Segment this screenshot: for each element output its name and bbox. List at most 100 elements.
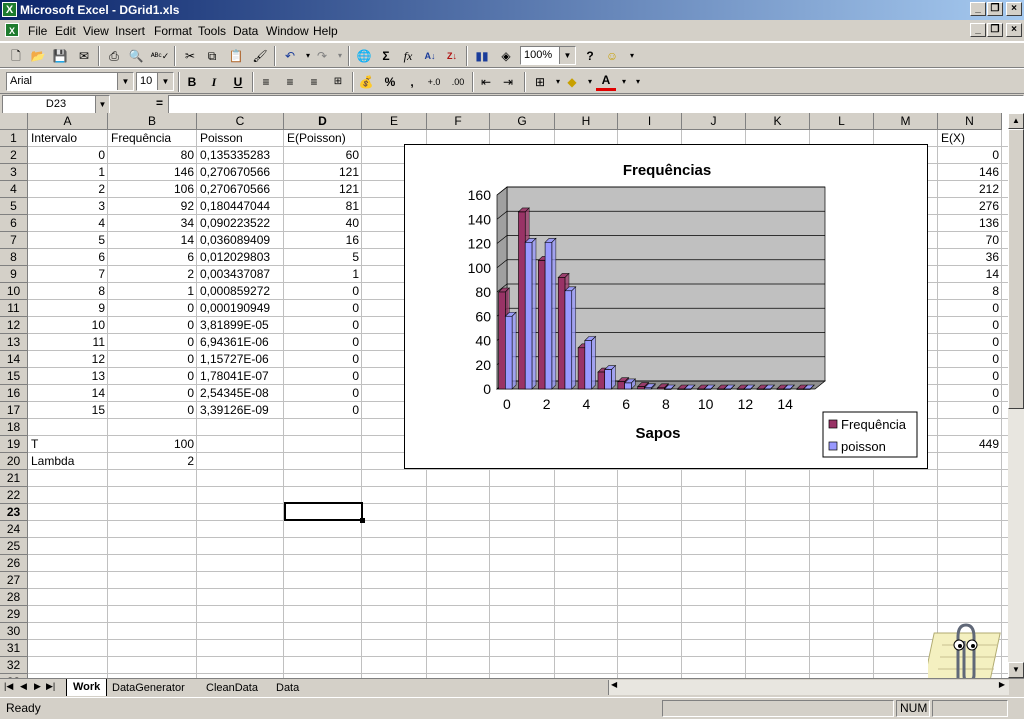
font-size-select[interactable]: 10 ▼ <box>136 72 174 91</box>
bold-icon[interactable]: B <box>182 72 202 92</box>
cell-n5[interactable]: 276 <box>938 198 1002 215</box>
redo-icon[interactable]: ↷ <box>312 46 332 66</box>
cell-d7[interactable]: 16 <box>284 232 362 249</box>
cell-a12[interactable]: 10 <box>28 317 108 334</box>
column-header-c[interactable]: C <box>197 113 284 130</box>
menu-window[interactable]: Window <box>266 24 309 38</box>
fill-handle[interactable] <box>360 518 365 523</box>
row-header-5[interactable]: 5 <box>0 198 28 215</box>
cell-b5[interactable]: 92 <box>108 198 197 215</box>
underline-icon[interactable]: U <box>228 72 248 92</box>
menu-help[interactable]: Help <box>313 24 338 38</box>
cell-d13[interactable]: 0 <box>284 334 362 351</box>
cut-icon[interactable]: ✂ <box>180 46 200 66</box>
last-sheet-icon[interactable]: ▶| <box>46 681 55 692</box>
chevron-down-icon[interactable]: ▼ <box>559 47 575 64</box>
equals-sign[interactable]: = <box>156 96 163 110</box>
cell-a2[interactable]: 0 <box>28 147 108 164</box>
row-header-19[interactable]: 19 <box>0 436 28 453</box>
cell-a6[interactable]: 4 <box>28 215 108 232</box>
row-header-18[interactable]: 18 <box>0 419 28 436</box>
cell-b12[interactable]: 0 <box>108 317 197 334</box>
cell-b9[interactable]: 2 <box>108 266 197 283</box>
cell-a14[interactable]: 12 <box>28 351 108 368</box>
cell-c16[interactable]: 2,54345E-08 <box>197 385 284 402</box>
workbook-icon[interactable]: X <box>5 23 19 37</box>
italic-icon[interactable]: I <box>204 72 224 92</box>
office-assistant-icon[interactable]: ☺ <box>602 46 622 66</box>
cell-c14[interactable]: 1,15727E-06 <box>197 351 284 368</box>
row-header-7[interactable]: 7 <box>0 232 28 249</box>
cell-n12[interactable]: 0 <box>938 317 1002 334</box>
print-preview-icon[interactable]: 🔍 <box>126 46 146 66</box>
cell-c3[interactable]: 0,270670566 <box>197 164 284 181</box>
cell-b14[interactable]: 0 <box>108 351 197 368</box>
row-header-4[interactable]: 4 <box>0 181 28 198</box>
scroll-thumb[interactable] <box>1008 129 1024 409</box>
cell-a1[interactable]: Intervalo <box>28 130 108 147</box>
tab-datagenerator[interactable]: DataGenerator <box>112 680 185 696</box>
font-color-icon[interactable]: A <box>596 72 616 91</box>
email-icon[interactable]: ✉ <box>74 46 94 66</box>
cell-c8[interactable]: 0,012029803 <box>197 249 284 266</box>
cell-a8[interactable]: 6 <box>28 249 108 266</box>
row-header-26[interactable]: 26 <box>0 555 28 572</box>
row-header-6[interactable]: 6 <box>0 215 28 232</box>
cell-d16[interactable]: 0 <box>284 385 362 402</box>
tab-work[interactable]: Work <box>66 679 108 696</box>
redo-dropdown-icon[interactable]: ▾ <box>330 46 350 66</box>
cell-b16[interactable]: 0 <box>108 385 197 402</box>
cell-d2[interactable]: 60 <box>284 147 362 164</box>
cell-d10[interactable]: 0 <box>284 283 362 300</box>
cell-n6[interactable]: 136 <box>938 215 1002 232</box>
cell-c2[interactable]: 0,135335283 <box>197 147 284 164</box>
menu-insert[interactable]: Insert <box>115 24 145 38</box>
cell-c10[interactable]: 0,000859272 <box>197 283 284 300</box>
column-header-h[interactable]: H <box>555 113 618 130</box>
cell-d5[interactable]: 81 <box>284 198 362 215</box>
paste-icon[interactable]: 📋 <box>226 46 246 66</box>
row-header-24[interactable]: 24 <box>0 521 28 538</box>
scroll-right-icon[interactable]: ▶ <box>999 680 1005 689</box>
currency-icon[interactable]: 💰 <box>356 72 376 92</box>
decrease-decimal-icon[interactable]: .00 <box>448 72 468 92</box>
cell-a10[interactable]: 8 <box>28 283 108 300</box>
cell-a17[interactable]: 15 <box>28 402 108 419</box>
row-header-31[interactable]: 31 <box>0 640 28 657</box>
cell-d11[interactable]: 0 <box>284 300 362 317</box>
align-center-icon[interactable]: ≡ <box>280 72 300 92</box>
cell-b19[interactable]: 100 <box>108 436 197 453</box>
drawing-icon[interactable]: ◈ <box>496 46 516 66</box>
save-icon[interactable]: 💾 <box>50 46 70 66</box>
select-all-corner[interactable] <box>0 113 28 130</box>
toolbar-options-icon[interactable]: ▾ <box>628 72 648 92</box>
excel-app-icon[interactable]: X <box>2 2 17 17</box>
cell-n11[interactable]: 0 <box>938 300 1002 317</box>
cell-n7[interactable]: 70 <box>938 232 1002 249</box>
tab-cleandata[interactable]: CleanData <box>206 680 258 696</box>
cell-a4[interactable]: 2 <box>28 181 108 198</box>
fill-color-icon[interactable]: ◆ <box>562 72 582 92</box>
row-header-15[interactable]: 15 <box>0 368 28 385</box>
undo-icon[interactable]: ↶ <box>280 46 300 66</box>
cell-b6[interactable]: 34 <box>108 215 197 232</box>
increase-indent-icon[interactable]: ⇥ <box>498 72 518 92</box>
column-header-i[interactable]: I <box>618 113 682 130</box>
row-header-17[interactable]: 17 <box>0 402 28 419</box>
workbook-restore-button[interactable]: ❐ <box>987 23 1003 37</box>
row-header-2[interactable]: 2 <box>0 147 28 164</box>
cell-b7[interactable]: 14 <box>108 232 197 249</box>
chart-wizard-icon[interactable]: ▮▮ <box>472 46 492 66</box>
decrease-indent-icon[interactable]: ⇤ <box>476 72 496 92</box>
menu-edit[interactable]: Edit <box>55 24 76 38</box>
close-button[interactable]: × <box>1006 2 1022 16</box>
cell-b3[interactable]: 146 <box>108 164 197 181</box>
cell-b13[interactable]: 0 <box>108 334 197 351</box>
name-box[interactable]: D23 ▼ <box>2 95 110 114</box>
cell-n10[interactable]: 8 <box>938 283 1002 300</box>
cell-c6[interactable]: 0,090223522 <box>197 215 284 232</box>
cell-n19[interactable]: 449 <box>938 436 1002 453</box>
cell-b11[interactable]: 0 <box>108 300 197 317</box>
cell-n13[interactable]: 0 <box>938 334 1002 351</box>
scroll-left-icon[interactable]: ◀ <box>611 680 617 689</box>
